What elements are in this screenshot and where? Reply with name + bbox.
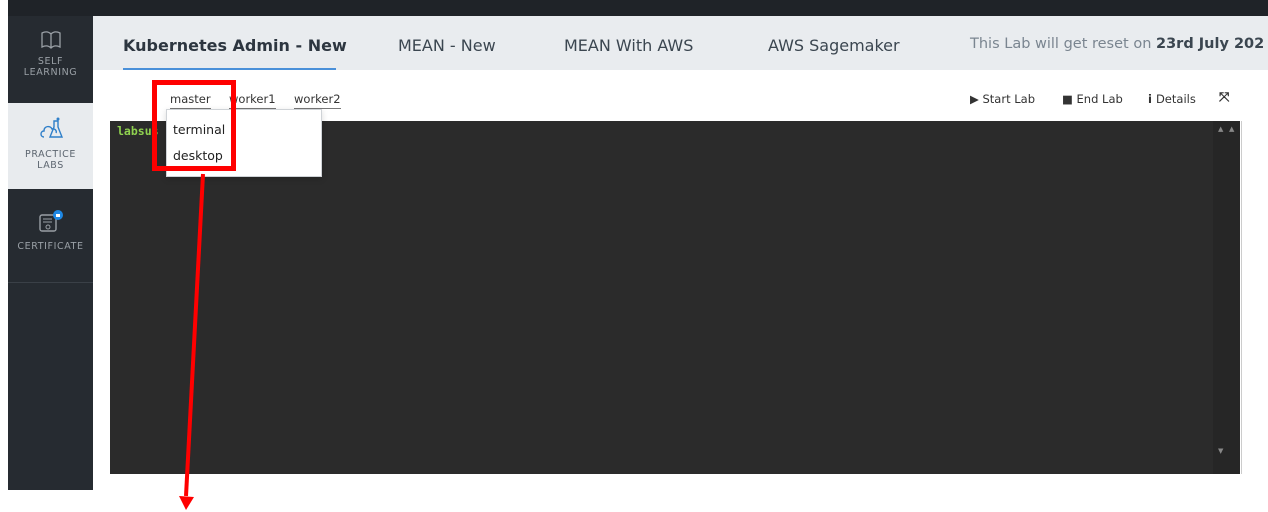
annotation-arrow [179,173,205,510]
